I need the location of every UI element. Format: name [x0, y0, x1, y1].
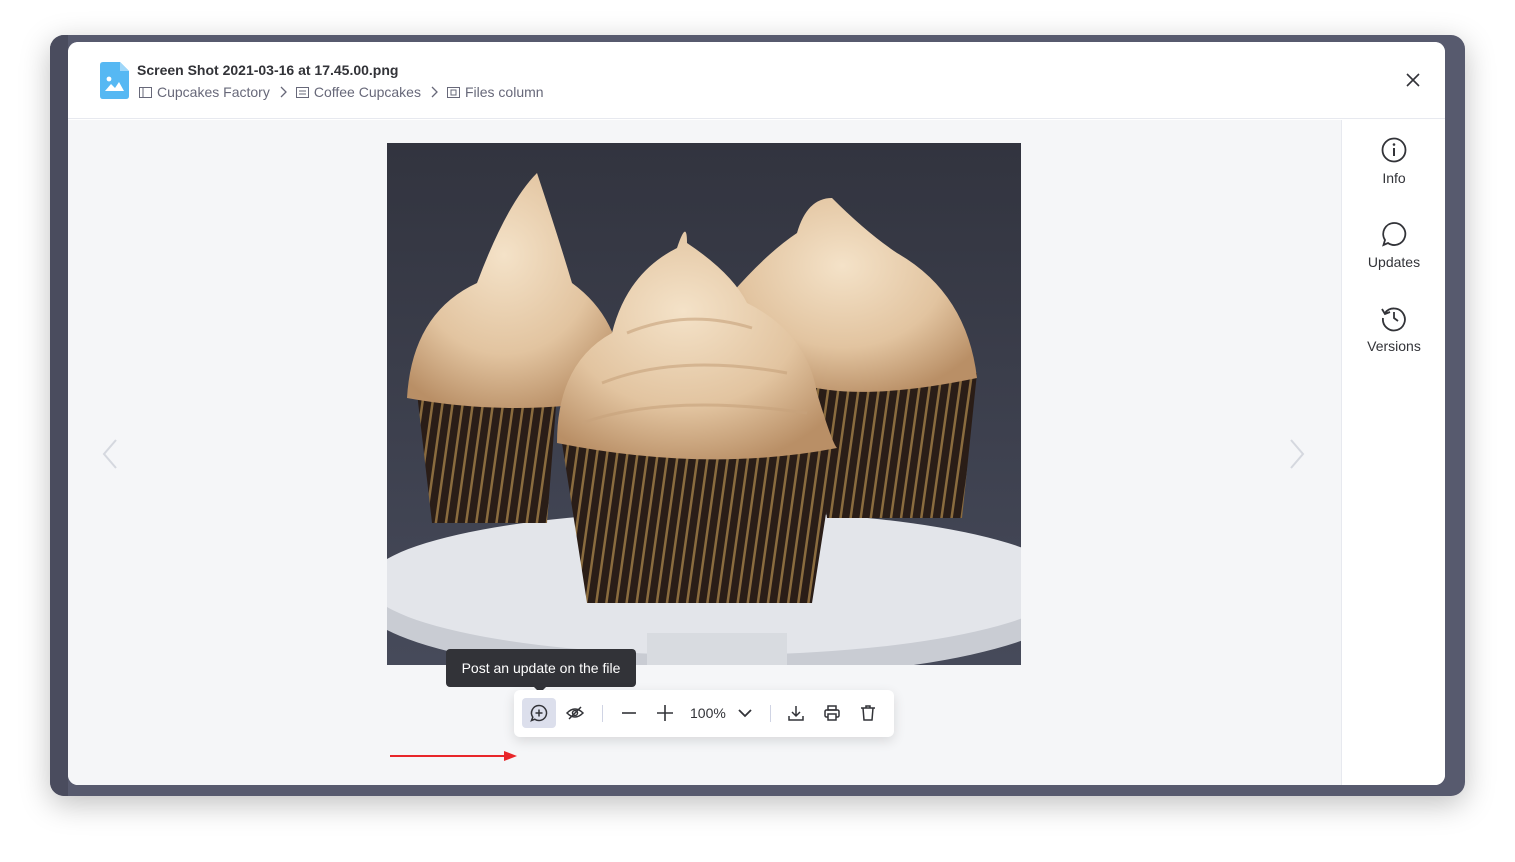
modal-header: Screen Shot 2021-03-16 at 17.45.00.png C… [68, 42, 1445, 119]
zoom-in-button[interactable] [648, 698, 682, 728]
minus-icon [622, 712, 636, 714]
close-icon[interactable] [1403, 70, 1423, 90]
chevron-right-icon [280, 86, 287, 98]
print-button[interactable] [815, 698, 849, 728]
image-file-icon [100, 62, 129, 99]
side-tab-versions[interactable]: Versions [1342, 304, 1445, 354]
side-panel: Info Updates Versions [1341, 120, 1445, 785]
tooltip: Post an update on the file [446, 649, 636, 693]
image-preview [387, 143, 1021, 665]
download-icon [788, 706, 804, 721]
side-tab-updates[interactable]: Updates [1342, 220, 1445, 270]
breadcrumb: Cupcakes Factory Coffee Cupcakes Files c… [139, 83, 544, 101]
toolbar-divider [602, 705, 603, 722]
post-update-button[interactable] [522, 698, 556, 728]
plus-icon [657, 705, 673, 721]
breadcrumb-column[interactable]: Files column [446, 84, 544, 100]
toolbar-divider [770, 705, 771, 722]
next-file-icon[interactable] [1287, 438, 1307, 470]
breadcrumb-board-label: Cupcakes Factory [157, 84, 270, 100]
chevron-down-icon [738, 709, 752, 718]
file-viewer: Post an update on the file 100% [68, 120, 1341, 785]
file-preview-modal: Screen Shot 2021-03-16 at 17.45.00.png C… [68, 42, 1445, 785]
trash-icon [861, 705, 875, 721]
side-tab-updates-label: Updates [1367, 254, 1421, 270]
side-tab-info[interactable]: Info [1342, 136, 1445, 186]
hide-button[interactable] [558, 698, 592, 728]
info-icon [1381, 137, 1407, 163]
side-tab-versions-label: Versions [1367, 338, 1421, 354]
column-icon [446, 86, 460, 98]
previous-file-icon[interactable] [100, 438, 120, 470]
breadcrumb-column-label: Files column [464, 84, 544, 100]
add-comment-icon [530, 704, 548, 722]
download-button[interactable] [779, 698, 813, 728]
file-title: Screen Shot 2021-03-16 at 17.45.00.png [137, 62, 399, 78]
chevron-right-icon [431, 86, 438, 98]
breadcrumb-item-label: Coffee Cupcakes [313, 84, 421, 100]
zoom-out-button[interactable] [612, 698, 646, 728]
breadcrumb-board[interactable]: Cupcakes Factory [139, 84, 270, 100]
breadcrumb-item[interactable]: Coffee Cupcakes [295, 84, 421, 100]
side-tab-info-label: Info [1382, 170, 1406, 186]
history-icon [1381, 307, 1406, 332]
chat-bubble-icon [1382, 222, 1407, 247]
annotation-arrow [390, 751, 517, 761]
zoom-dropdown[interactable] [728, 698, 762, 728]
printer-icon [824, 705, 840, 721]
eye-off-icon [565, 706, 585, 720]
board-icon [139, 86, 152, 98]
backdrop-sidebar [50, 35, 68, 796]
zoom-level: 100% [690, 705, 726, 721]
viewer-toolbar: 100% [514, 690, 894, 737]
item-icon [295, 86, 309, 98]
delete-button[interactable] [851, 698, 885, 728]
